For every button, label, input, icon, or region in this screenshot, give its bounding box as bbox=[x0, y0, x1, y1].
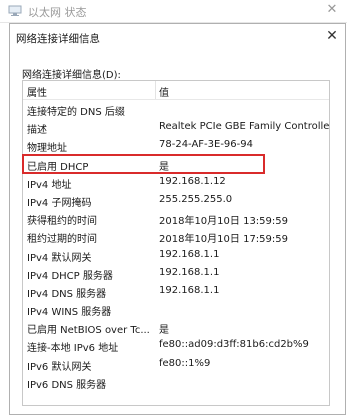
list-item[interactable]: 连接特定的 DNS 后缀 bbox=[23, 101, 329, 119]
value-cell: 192.168.1.1 bbox=[159, 284, 220, 296]
network-connection-details-dialog: 网络连接详细信息 ✕ 网络连接详细信息(D): 属性 值 连接特定的 DNS 后… bbox=[9, 23, 346, 415]
property-cell: 连接特定的 DNS 后缀 bbox=[27, 107, 125, 118]
value-cell: 2018年10月10日 13:59:59 bbox=[159, 216, 288, 228]
property-cell: 获得租约的时间 bbox=[27, 216, 97, 228]
parent-window-titlebar: 以太网 状态 ✕ bbox=[0, 0, 347, 23]
property-cell: IPv4 子网掩码 bbox=[27, 197, 92, 209]
value-cell: Realtek PCIe GBE Family Controller bbox=[159, 121, 329, 133]
property-cell: IPv6 默认网关 bbox=[27, 361, 92, 373]
list-item-physical-address[interactable]: 物理地址 78-24-AF-3E-96-94 bbox=[23, 137, 329, 155]
value-cell: 192.168.1.12 bbox=[159, 175, 226, 187]
list-item[interactable]: 获得租约的时间 2018年10月10日 13:59:59 bbox=[23, 210, 329, 228]
property-cell: 已启用 NetBIOS over Tc... bbox=[27, 325, 150, 337]
value-cell: 是 bbox=[159, 325, 169, 337]
list-item[interactable]: 租约过期的时间 2018年10月10日 17:59:59 bbox=[23, 228, 329, 246]
property-cell: 连接-本地 IPv6 地址 bbox=[27, 343, 119, 355]
column-header-value[interactable]: 值 bbox=[159, 84, 169, 99]
value-cell: 是 bbox=[159, 161, 169, 173]
value-cell: fe80::ad09:d3ff:81b6:cd2b%9 bbox=[159, 339, 309, 351]
value-cell: 255.255.255.0 bbox=[159, 193, 233, 205]
value-cell: 192.168.1.1 bbox=[159, 266, 220, 278]
details-listview[interactable]: 属性 值 连接特定的 DNS 后缀 描述 Realtek PCIe GBE Fam… bbox=[22, 80, 330, 406]
property-cell: IPv4 DNS 服务器 bbox=[27, 288, 107, 300]
list-item[interactable]: 已启用 NetBIOS over Tc... 是 bbox=[23, 319, 329, 337]
list-item[interactable]: 连接-本地 IPv6 地址 fe80::ad09:d3ff:81b6:cd2b%9 bbox=[23, 337, 329, 355]
list-item[interactable]: IPv4 DHCP 服务器 192.168.1.1 bbox=[23, 265, 329, 283]
close-icon[interactable]: ✕ bbox=[325, 29, 339, 43]
property-cell: 已启用 DHCP bbox=[27, 161, 89, 173]
dialog-title: 网络连接详细信息 bbox=[16, 33, 100, 45]
column-header-property[interactable]: 属性 bbox=[27, 84, 47, 99]
list-item[interactable]: IPv4 WINS 服务器 bbox=[23, 301, 329, 319]
list-item[interactable]: IPv6 DNS 服务器 bbox=[23, 374, 329, 392]
list-item[interactable]: 描述 Realtek PCIe GBE Family Controller bbox=[23, 119, 329, 137]
value-cell: fe80::1%9 bbox=[159, 357, 211, 369]
details-list-label: 网络连接详细信息(D): bbox=[22, 70, 121, 81]
list-item[interactable]: IPv4 地址 192.168.1.12 bbox=[23, 174, 329, 192]
list-item[interactable]: IPv6 默认网关 fe80::1%9 bbox=[23, 356, 329, 374]
property-cell: IPv4 WINS 服务器 bbox=[27, 307, 112, 319]
property-cell: IPv4 DHCP 服务器 bbox=[27, 270, 113, 282]
property-cell: IPv6 DNS 服务器 bbox=[27, 379, 107, 391]
value-cell: 192.168.1.1 bbox=[159, 248, 220, 260]
property-cell: 物理地址 bbox=[27, 143, 67, 155]
property-cell: IPv4 地址 bbox=[27, 179, 72, 191]
dialog-titlebar: 网络连接详细信息 ✕ bbox=[10, 24, 345, 50]
property-cell: 租约过期的时间 bbox=[27, 234, 97, 246]
value-cell: 2018年10月10日 17:59:59 bbox=[159, 234, 288, 246]
list-header: 属性 值 bbox=[23, 81, 329, 100]
list-item[interactable]: IPv4 默认网关 192.168.1.1 bbox=[23, 247, 329, 265]
parent-window-title: 以太网 状态 bbox=[28, 6, 87, 19]
list-item[interactable]: IPv4 DNS 服务器 192.168.1.1 bbox=[23, 283, 329, 301]
close-icon[interactable]: ✕ bbox=[325, 3, 339, 17]
screen: 以太网 状态 ✕ 网络连接详细信息 ✕ 网络连接详细信息(D): 属性 值 连接… bbox=[0, 0, 347, 415]
column-divider[interactable] bbox=[155, 81, 156, 99]
list-rows: 连接特定的 DNS 后缀 描述 Realtek PCIe GBE Family C… bbox=[23, 101, 329, 392]
list-item[interactable]: 已启用 DHCP 是 bbox=[23, 156, 329, 174]
network-adapter-icon bbox=[8, 5, 22, 17]
property-cell: IPv4 默认网关 bbox=[27, 252, 92, 264]
value-cell: 78-24-AF-3E-96-94 bbox=[159, 139, 253, 151]
list-item[interactable]: IPv4 子网掩码 255.255.255.0 bbox=[23, 192, 329, 210]
property-cell: 描述 bbox=[27, 125, 47, 137]
